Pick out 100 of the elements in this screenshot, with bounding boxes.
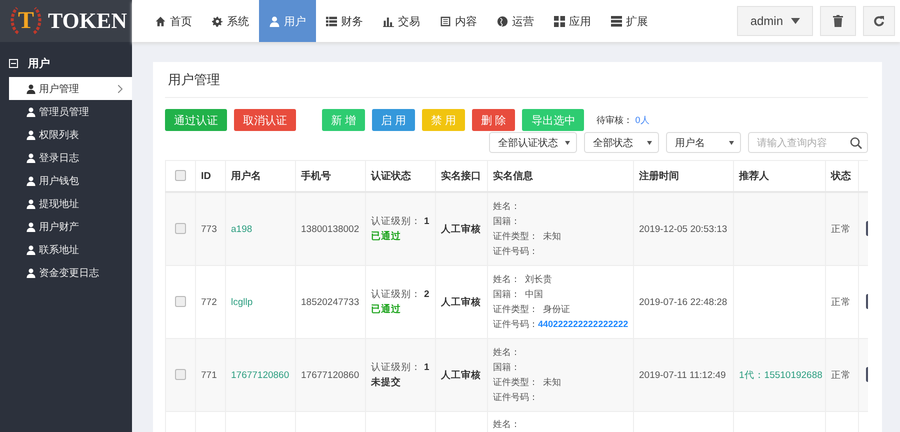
pending-count: 待审核： 0人 <box>596 114 650 126</box>
sidebar-item[interactable]: 登录日志 <box>9 146 132 169</box>
user-icon <box>26 84 36 94</box>
sidebar-item[interactable]: 用户钱包 <box>9 169 132 192</box>
info-line: 姓名： 刘长贵 <box>493 273 553 286</box>
auth-level: 认证级别： 1 <box>371 361 430 375</box>
info-line: 姓名： <box>493 346 521 359</box>
server-icon <box>611 16 622 26</box>
column-header: 认证状态 <box>371 171 411 182</box>
nav-tab[interactable]: 首页 <box>145 0 202 42</box>
sidebar-item[interactable]: 用户财产 <box>9 215 132 238</box>
user-icon <box>26 222 36 232</box>
select-all-checkbox[interactable] <box>175 170 186 182</box>
toolbar-button[interactable]: 删 除 <box>472 109 516 131</box>
auth-status: 未提交 <box>371 376 402 390</box>
auth-status: 已通过 <box>371 230 402 244</box>
status-cell: 正常 <box>831 224 851 234</box>
id-cell: 773 <box>201 224 217 234</box>
page-title: 用户管理 <box>165 62 868 98</box>
nav-tab[interactable]: 财务 <box>316 0 373 42</box>
row-checkbox[interactable] <box>175 369 186 380</box>
row-checkbox[interactable] <box>175 223 186 234</box>
nav-tab[interactable]: 交易 <box>373 0 430 42</box>
nav-tab[interactable]: 扩展 <box>601 0 658 42</box>
user-icon <box>26 176 36 186</box>
home-icon <box>155 16 166 26</box>
user-icon <box>269 16 280 26</box>
info-line: 证件类型： 身份证 <box>493 303 571 316</box>
globe-icon <box>497 16 508 26</box>
settings-icon <box>212 16 223 26</box>
trash-icon <box>833 15 843 27</box>
chevron-icon <box>118 84 123 92</box>
nav-tab[interactable]: 系统 <box>202 0 259 42</box>
column-header: 状态 <box>831 171 851 182</box>
user-menu-button[interactable]: admin <box>737 6 813 36</box>
column-header: 实名信息 <box>493 171 533 182</box>
nav-tab[interactable]: 内容 <box>430 0 487 42</box>
caret-icon <box>791 18 800 24</box>
info-line: 姓名： <box>493 418 521 431</box>
trash-button[interactable] <box>820 6 856 36</box>
date-cell: 2019-07-11 11:12:49 <box>639 370 726 380</box>
caret-icon <box>729 140 734 144</box>
user-icon <box>26 268 36 278</box>
filter-select[interactable]: 全部状态 <box>584 132 659 153</box>
phone-cell: 13800138002 <box>301 224 360 234</box>
bar-chart-icon <box>383 16 394 26</box>
sidebar-item[interactable]: 管理员管理 <box>9 100 132 123</box>
column-header: 注册时间 <box>639 171 679 182</box>
collapse-icon[interactable] <box>9 59 18 68</box>
column-header: 用户名 <box>231 171 261 182</box>
sidebar-item[interactable]: 提现地址 <box>9 192 132 215</box>
column-header: ID <box>201 170 211 182</box>
filter-select[interactable]: 用户名 <box>666 132 741 153</box>
info-line: 证件号码： <box>493 245 539 258</box>
info-line: 国籍： 中国 <box>493 288 544 301</box>
phone-cell: 18520247733 <box>301 296 360 308</box>
filter-select[interactable]: 全部认证状态 <box>489 132 577 153</box>
interface-cell: 人工审核 <box>441 296 481 308</box>
auth-status: 已通过 <box>371 303 402 317</box>
info-line: 国籍： <box>493 361 521 374</box>
row-checkbox[interactable] <box>175 296 186 308</box>
nav-tab[interactable]: 运营 <box>487 0 544 42</box>
search-icon <box>850 136 862 148</box>
id-cell: 772 <box>201 296 217 308</box>
grid-icon <box>554 16 565 26</box>
user-icon <box>26 244 36 254</box>
date-cell: 2019-07-16 22:48:28 <box>639 296 728 308</box>
logo-text: TOKEN <box>48 8 128 34</box>
auth-level: 认证级别： 1 <box>371 215 430 229</box>
status-cell: 正常 <box>831 296 851 308</box>
sidebar-item[interactable]: 用户管理 <box>9 77 132 100</box>
date-cell: 2019-12-05 20:53:13 <box>639 224 728 234</box>
info-line: 证件号码： <box>493 391 539 404</box>
interface-cell: 人工审核 <box>441 370 481 380</box>
info-line: 姓名： <box>493 200 521 213</box>
caret-icon <box>647 140 652 144</box>
nav-tab[interactable]: 应用 <box>544 0 601 42</box>
caret-icon <box>565 140 570 144</box>
toolbar-button[interactable]: 取消认证 <box>234 109 296 131</box>
sidebar-section-title: 用户 <box>28 56 50 71</box>
column-header: 手机号 <box>301 171 331 182</box>
sidebar-item[interactable]: 资金变更日志 <box>9 261 132 284</box>
auth-level: 认证级别： 2 <box>371 288 430 302</box>
phone-cell: 17677120860 <box>301 370 360 380</box>
refresh-button[interactable] <box>863 6 895 36</box>
sidebar-item[interactable]: 联系地址 <box>9 238 132 261</box>
id-cell: 771 <box>201 370 217 380</box>
logo-letter: T <box>18 8 34 34</box>
column-header: 实名接口 <box>441 171 481 182</box>
status-cell: 正常 <box>831 370 851 380</box>
info-line: 证件类型： 未知 <box>493 376 562 389</box>
user-icon <box>26 106 36 116</box>
user-icon <box>26 130 36 140</box>
column-header: 推荐人 <box>739 171 769 182</box>
list-icon <box>326 16 337 26</box>
interface-cell: 人工审核 <box>441 224 481 234</box>
refresh-icon <box>873 15 885 27</box>
sidebar-item[interactable]: 权限列表 <box>9 123 132 146</box>
user-icon <box>26 152 36 162</box>
info-line: 证件号码：440222222222222222 <box>493 318 628 331</box>
